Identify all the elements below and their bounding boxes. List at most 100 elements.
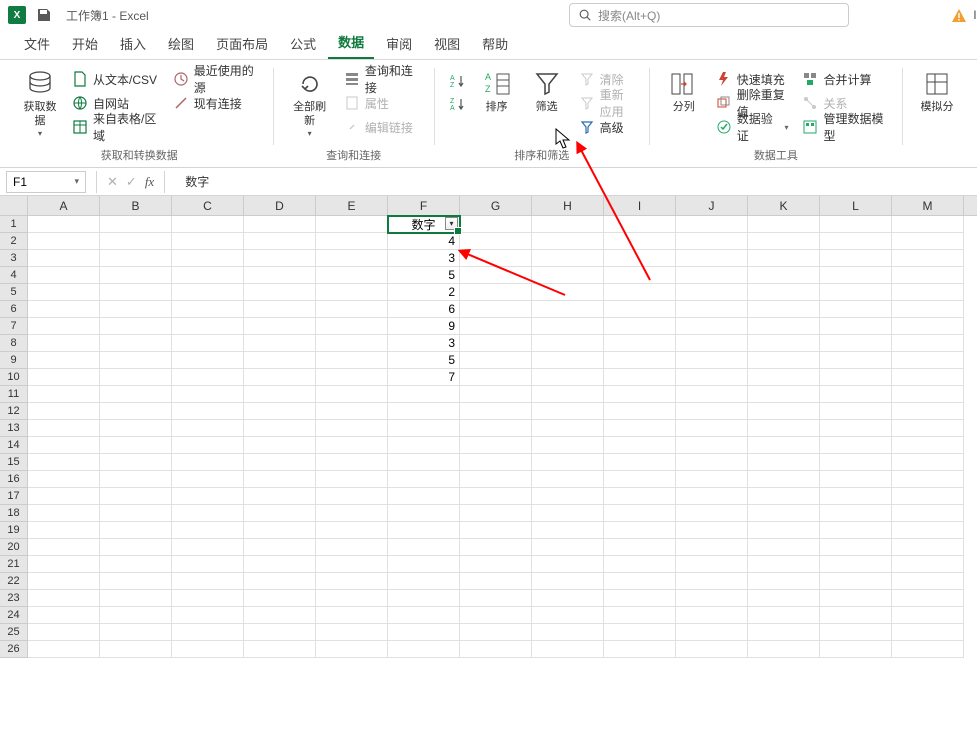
cell-I1[interactable]	[604, 216, 676, 233]
cell-F12[interactable]	[388, 403, 460, 420]
cell-E12[interactable]	[316, 403, 388, 420]
cell-B3[interactable]	[100, 250, 172, 267]
cell-M13[interactable]	[892, 420, 964, 437]
cell-L24[interactable]	[820, 607, 892, 624]
cell-A19[interactable]	[28, 522, 100, 539]
formula-input[interactable]: 数字	[175, 173, 977, 190]
cell-F18[interactable]	[388, 505, 460, 522]
cell-I16[interactable]	[604, 471, 676, 488]
cell-B13[interactable]	[100, 420, 172, 437]
cell-F4[interactable]: 5	[388, 267, 460, 284]
cell-A14[interactable]	[28, 437, 100, 454]
cell-F2[interactable]: 4	[388, 233, 460, 250]
cell-I23[interactable]	[604, 590, 676, 607]
cell-M6[interactable]	[892, 301, 964, 318]
cell-J7[interactable]	[676, 318, 748, 335]
row-header[interactable]: 9	[0, 352, 28, 369]
cell-J5[interactable]	[676, 284, 748, 301]
col-header-J[interactable]: J	[676, 196, 748, 215]
cell-D18[interactable]	[244, 505, 316, 522]
text-to-cols-button[interactable]: 分列	[660, 66, 708, 117]
data-model-button[interactable]: 管理数据模型	[798, 116, 890, 138]
cell-C13[interactable]	[172, 420, 244, 437]
cell-M3[interactable]	[892, 250, 964, 267]
cell-E23[interactable]	[316, 590, 388, 607]
cell-M15[interactable]	[892, 454, 964, 471]
cell-F21[interactable]	[388, 556, 460, 573]
row-header[interactable]: 13	[0, 420, 28, 437]
row-header[interactable]: 25	[0, 624, 28, 641]
cell-L20[interactable]	[820, 539, 892, 556]
col-header-C[interactable]: C	[172, 196, 244, 215]
cell-F22[interactable]	[388, 573, 460, 590]
row-header[interactable]: 24	[0, 607, 28, 624]
cell-K3[interactable]	[748, 250, 820, 267]
cell-H24[interactable]	[532, 607, 604, 624]
cell-G8[interactable]	[460, 335, 532, 352]
sort-button[interactable]: AZ 排序	[473, 66, 521, 117]
row-header[interactable]: 20	[0, 539, 28, 556]
cell-H5[interactable]	[532, 284, 604, 301]
cell-E4[interactable]	[316, 267, 388, 284]
cell-B25[interactable]	[100, 624, 172, 641]
cell-E17[interactable]	[316, 488, 388, 505]
cell-J22[interactable]	[676, 573, 748, 590]
from-table-button[interactable]: 来自表格/区域	[68, 116, 163, 138]
cell-B4[interactable]	[100, 267, 172, 284]
cell-J19[interactable]	[676, 522, 748, 539]
cell-C17[interactable]	[172, 488, 244, 505]
cell-K9[interactable]	[748, 352, 820, 369]
cell-F20[interactable]	[388, 539, 460, 556]
cell-L7[interactable]	[820, 318, 892, 335]
cell-G20[interactable]	[460, 539, 532, 556]
cell-J18[interactable]	[676, 505, 748, 522]
cell-K1[interactable]	[748, 216, 820, 233]
cell-E8[interactable]	[316, 335, 388, 352]
col-header-B[interactable]: B	[100, 196, 172, 215]
cell-G11[interactable]	[460, 386, 532, 403]
tab-help[interactable]: 帮助	[472, 30, 518, 59]
tab-review[interactable]: 审阅	[376, 30, 422, 59]
cell-D8[interactable]	[244, 335, 316, 352]
from-text-csv-button[interactable]: 从文本/CSV	[68, 68, 163, 90]
cell-B10[interactable]	[100, 369, 172, 386]
tab-insert[interactable]: 插入	[110, 30, 156, 59]
cell-H22[interactable]	[532, 573, 604, 590]
cell-H15[interactable]	[532, 454, 604, 471]
col-header-F[interactable]: F	[388, 196, 460, 215]
cell-F5[interactable]: 2	[388, 284, 460, 301]
cell-I3[interactable]	[604, 250, 676, 267]
cell-K8[interactable]	[748, 335, 820, 352]
cell-I6[interactable]	[604, 301, 676, 318]
cell-C21[interactable]	[172, 556, 244, 573]
cell-K15[interactable]	[748, 454, 820, 471]
cell-D13[interactable]	[244, 420, 316, 437]
cell-B26[interactable]	[100, 641, 172, 658]
cell-M9[interactable]	[892, 352, 964, 369]
enter-icon[interactable]: ✓	[126, 174, 137, 190]
cell-M17[interactable]	[892, 488, 964, 505]
cell-E16[interactable]	[316, 471, 388, 488]
cell-K7[interactable]	[748, 318, 820, 335]
cell-M14[interactable]	[892, 437, 964, 454]
col-header-K[interactable]: K	[748, 196, 820, 215]
cell-C3[interactable]	[172, 250, 244, 267]
cell-J17[interactable]	[676, 488, 748, 505]
cell-B15[interactable]	[100, 454, 172, 471]
cell-G12[interactable]	[460, 403, 532, 420]
cell-L26[interactable]	[820, 641, 892, 658]
cell-G21[interactable]	[460, 556, 532, 573]
cell-J26[interactable]	[676, 641, 748, 658]
row-header[interactable]: 26	[0, 641, 28, 658]
cell-D24[interactable]	[244, 607, 316, 624]
cell-G22[interactable]	[460, 573, 532, 590]
cell-L13[interactable]	[820, 420, 892, 437]
cell-F19[interactable]	[388, 522, 460, 539]
cell-C11[interactable]	[172, 386, 244, 403]
row-header[interactable]: 19	[0, 522, 28, 539]
cell-M16[interactable]	[892, 471, 964, 488]
cell-J2[interactable]	[676, 233, 748, 250]
cell-F14[interactable]	[388, 437, 460, 454]
cell-A25[interactable]	[28, 624, 100, 641]
cell-J11[interactable]	[676, 386, 748, 403]
